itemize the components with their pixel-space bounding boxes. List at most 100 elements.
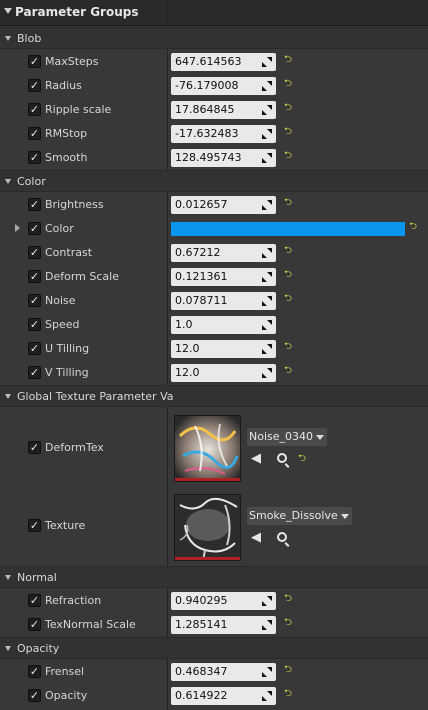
drag-grip-icon[interactable] [262, 105, 272, 115]
value-field[interactable]: 17.864845 [171, 101, 276, 119]
value-field[interactable]: 0.614922 [171, 687, 276, 705]
drag-grip-icon[interactable] [262, 153, 272, 163]
override-checkbox[interactable]: ✓ [28, 103, 41, 116]
reset-to-default-icon[interactable]: ⮌ [284, 246, 293, 256]
drag-grip-icon[interactable] [262, 368, 272, 378]
expand-arrow-icon[interactable] [5, 575, 11, 580]
drag-grip-icon[interactable] [262, 667, 272, 677]
param-name: Refraction [45, 594, 102, 607]
reset-to-default-icon[interactable]: ⮌ [284, 55, 293, 65]
value-field[interactable]: 128.495743 [171, 149, 276, 167]
value-field[interactable]: 12.0 [171, 364, 276, 382]
value-field[interactable]: 0.012657 [171, 196, 276, 214]
override-checkbox[interactable]: ✓ [28, 294, 41, 307]
value-field[interactable]: 1.285141 [171, 616, 276, 634]
chevron-down-icon [340, 514, 349, 519]
param-name: RMStop [45, 127, 88, 140]
param-row-texture: ✓ Texture Smoke_Dissolve ◀ [0, 488, 428, 566]
reset-to-default-icon[interactable]: ⮌ [284, 594, 293, 604]
value-field[interactable]: 12.0 [171, 340, 276, 358]
reset-to-default-icon[interactable]: ⮌ [284, 689, 293, 699]
reset-to-default-icon[interactable]: ⮌ [284, 127, 293, 137]
texture-thumbnail[interactable] [174, 415, 241, 482]
category-label: Opacity [17, 642, 60, 655]
override-checkbox[interactable]: ✓ [28, 127, 41, 140]
param-name: Deform Scale [45, 270, 119, 283]
expand-arrow-icon[interactable] [5, 646, 11, 651]
override-checkbox[interactable]: ✓ [28, 222, 41, 235]
color-swatch[interactable] [171, 222, 405, 236]
asset-dropdown[interactable]: Smoke_Dissolve [247, 507, 352, 525]
drag-grip-icon[interactable] [262, 57, 272, 67]
category-normal[interactable]: Normal [0, 566, 428, 588]
reset-to-default-icon[interactable]: ⮌ [284, 79, 293, 89]
reset-to-default-icon[interactable]: ⮌ [284, 270, 293, 280]
expand-arrow-icon[interactable] [5, 36, 11, 41]
reset-to-default-icon[interactable]: ⮌ [284, 103, 293, 113]
override-checkbox[interactable]: ✓ [28, 151, 41, 164]
panel-header[interactable]: Parameter Groups [0, 0, 428, 26]
override-checkbox[interactable]: ✓ [28, 618, 41, 631]
texture-thumbnail[interactable] [174, 494, 241, 561]
drag-grip-icon[interactable] [262, 81, 272, 91]
category-blob[interactable]: Blob [0, 27, 428, 49]
reset-to-default-icon[interactable]: ⮌ [284, 198, 293, 208]
value-field[interactable]: 0.078711 [171, 292, 276, 310]
value-field[interactable]: 0.468347 [171, 663, 276, 681]
value-field[interactable]: -76.179008 [171, 77, 276, 95]
drag-grip-icon[interactable] [262, 296, 272, 306]
reset-to-default-icon[interactable]: ⮌ [284, 665, 293, 675]
use-selected-arrow-icon[interactable]: ◀ [251, 452, 261, 466]
browse-search-icon[interactable] [277, 453, 287, 463]
value-field[interactable]: 0.940295 [171, 592, 276, 610]
value-text: -17.632483 [175, 127, 239, 140]
drag-grip-icon[interactable] [262, 691, 272, 701]
override-checkbox[interactable]: ✓ [28, 519, 41, 532]
drag-grip-icon[interactable] [262, 272, 272, 282]
reset-to-default-icon[interactable]: ⮌ [284, 618, 293, 628]
reset-to-default-icon[interactable]: ⮌ [298, 452, 306, 466]
override-checkbox[interactable]: ✓ [28, 318, 41, 331]
drag-grip-icon[interactable] [262, 129, 272, 139]
override-checkbox[interactable]: ✓ [28, 198, 41, 211]
drag-grip-icon[interactable] [262, 200, 272, 210]
asset-dropdown[interactable]: Noise_0340 [247, 428, 328, 446]
override-checkbox[interactable]: ✓ [28, 689, 41, 702]
param-name: Smooth [45, 151, 88, 164]
drag-grip-icon[interactable] [262, 320, 272, 330]
reset-to-default-icon[interactable]: ⮌ [409, 222, 418, 232]
override-checkbox[interactable]: ✓ [28, 342, 41, 355]
override-checkbox[interactable]: ✓ [28, 55, 41, 68]
expand-arrow-icon[interactable] [5, 179, 11, 184]
reset-to-default-icon[interactable]: ⮌ [284, 151, 293, 161]
expand-arrow-icon[interactable] [5, 394, 11, 399]
param-row-brightness: ✓ Brightness 0.012657 ⮌ [0, 193, 428, 217]
override-checkbox[interactable]: ✓ [28, 246, 41, 259]
value-field[interactable]: 0.67212 [171, 244, 276, 262]
drag-grip-icon[interactable] [262, 620, 272, 630]
value-field[interactable]: 647.614563 [171, 53, 276, 71]
drag-grip-icon[interactable] [262, 596, 272, 606]
override-checkbox[interactable]: ✓ [28, 366, 41, 379]
value-field[interactable]: -17.632483 [171, 125, 276, 143]
value-field[interactable]: 0.121361 [171, 268, 276, 286]
reset-to-default-icon[interactable]: ⮌ [284, 294, 293, 304]
reset-to-default-icon[interactable]: ⮌ [284, 342, 293, 352]
category-global-texture[interactable]: Global Texture Parameter Va [0, 385, 428, 407]
reset-to-default-icon[interactable]: ⮌ [284, 366, 293, 376]
override-checkbox[interactable]: ✓ [28, 665, 41, 678]
category-opacity[interactable]: Opacity [0, 637, 428, 659]
use-selected-arrow-icon[interactable]: ◀ [251, 531, 261, 545]
drag-grip-icon[interactable] [262, 248, 272, 258]
param-name: U Tilling [45, 342, 90, 355]
override-checkbox[interactable]: ✓ [28, 79, 41, 92]
value-field[interactable]: 1.0 [171, 316, 276, 334]
override-checkbox[interactable]: ✓ [28, 270, 41, 283]
override-checkbox[interactable]: ✓ [28, 441, 41, 454]
override-checkbox[interactable]: ✓ [28, 594, 41, 607]
browse-search-icon[interactable] [277, 532, 287, 542]
expand-arrow-icon[interactable] [15, 224, 20, 232]
drag-grip-icon[interactable] [262, 344, 272, 354]
category-color[interactable]: Color [0, 170, 428, 192]
collapse-arrow-icon[interactable] [4, 8, 12, 14]
